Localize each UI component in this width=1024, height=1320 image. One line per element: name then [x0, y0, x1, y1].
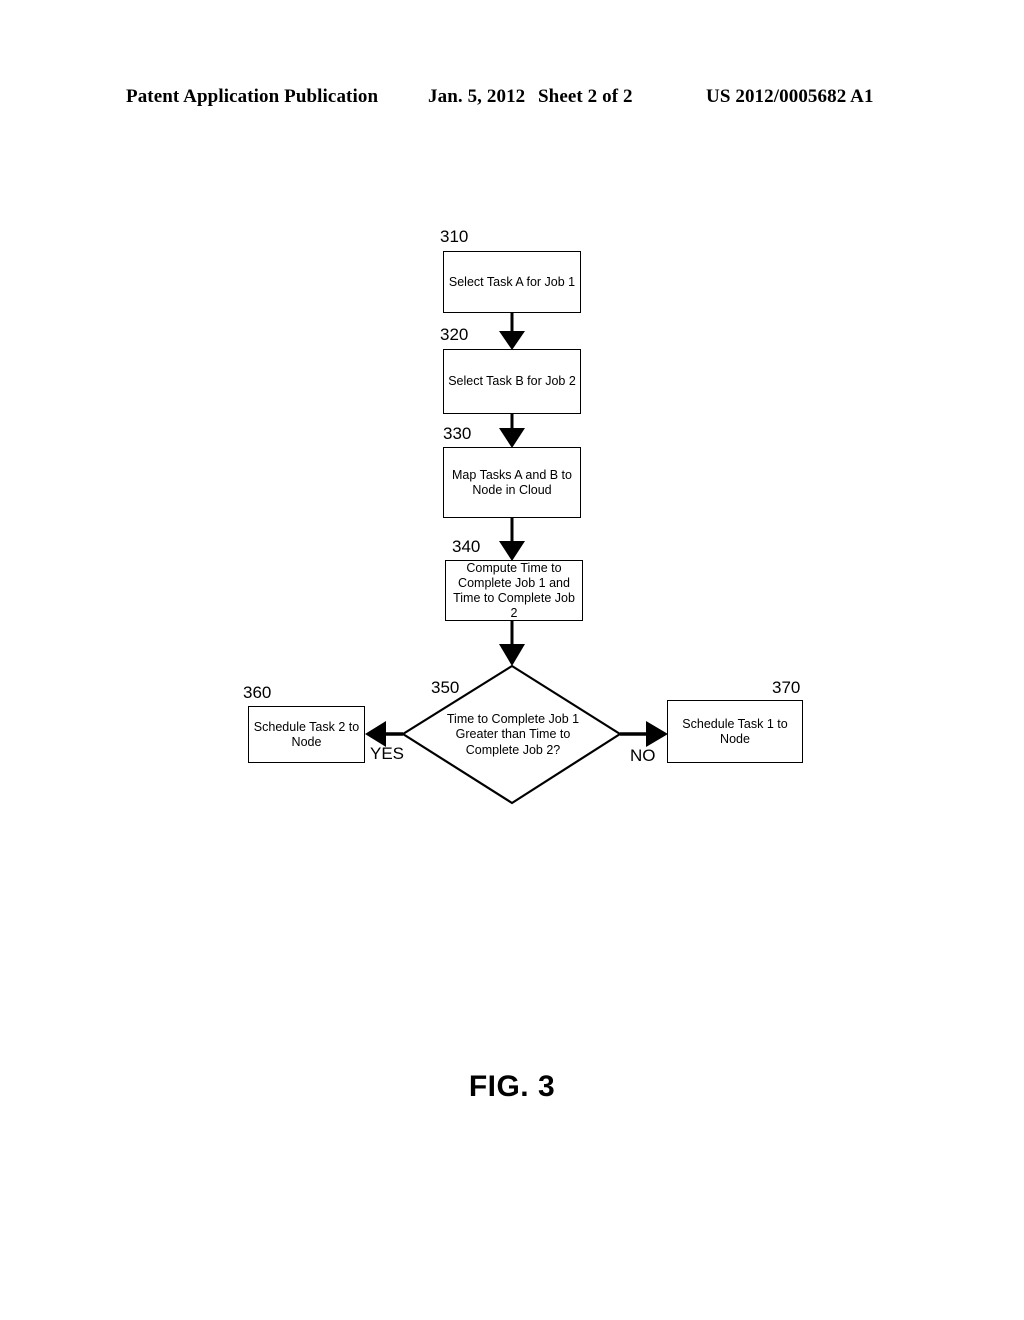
process-box-340-label: Compute Time to Complete Job 1 and Time … — [453, 560, 575, 620]
arrow-320-to-330 — [499, 414, 525, 448]
branch-label-yes: YES — [370, 744, 405, 763]
reference-numeral-370: 370 — [772, 678, 801, 697]
process-box-310-label: Select Task A for Job 1 — [448, 274, 576, 289]
process-box-340: Compute Time to Complete Job 1 and Time … — [445, 560, 583, 621]
arrow-310-to-320 — [499, 313, 525, 350]
process-box-330-label: Map Tasks A and B to Node in Cloud — [452, 467, 572, 497]
reference-numeral-350: 350 — [431, 678, 460, 697]
process-box-370-label: Schedule Task 1 to Node — [682, 716, 788, 746]
flowchart-figure: 310 320 330 340 350 360 370 Select Task … — [0, 0, 1024, 1320]
process-box-320-label: Select Task B for Job 2 — [448, 374, 576, 388]
process-box-320: Select Task B for Job 2 — [443, 349, 581, 414]
reference-numeral-340: 340 — [452, 537, 481, 556]
arrow-340-to-350 — [499, 621, 525, 666]
arrow-350-no-to-370 — [620, 721, 668, 747]
process-box-310: Select Task A for Job 1 — [443, 251, 581, 313]
reference-numeral-360: 360 — [243, 683, 272, 702]
arrow-330-to-340 — [499, 518, 525, 561]
reference-numeral-310: 310 — [440, 227, 469, 246]
branch-label-no: NO — [630, 746, 656, 765]
process-box-330: Map Tasks A and B to Node in Cloud — [443, 447, 581, 518]
process-box-360-label: Schedule Task 2 to Node — [253, 719, 360, 749]
figure-caption: FIG. 3 — [468, 1070, 556, 1103]
decision-diamond-350-label: Time to Complete Job 1 Greater than Time… — [446, 711, 580, 757]
process-box-360: Schedule Task 2 to Node — [248, 706, 365, 763]
process-box-370: Schedule Task 1 to Node — [667, 700, 803, 763]
flowchart-connectors — [365, 313, 668, 805]
reference-numeral-320: 320 — [440, 325, 469, 344]
reference-numeral-330: 330 — [443, 424, 472, 443]
decision-diamond-350-label-wrap: Time to Complete Job 1 Greater than Time… — [440, 698, 586, 772]
